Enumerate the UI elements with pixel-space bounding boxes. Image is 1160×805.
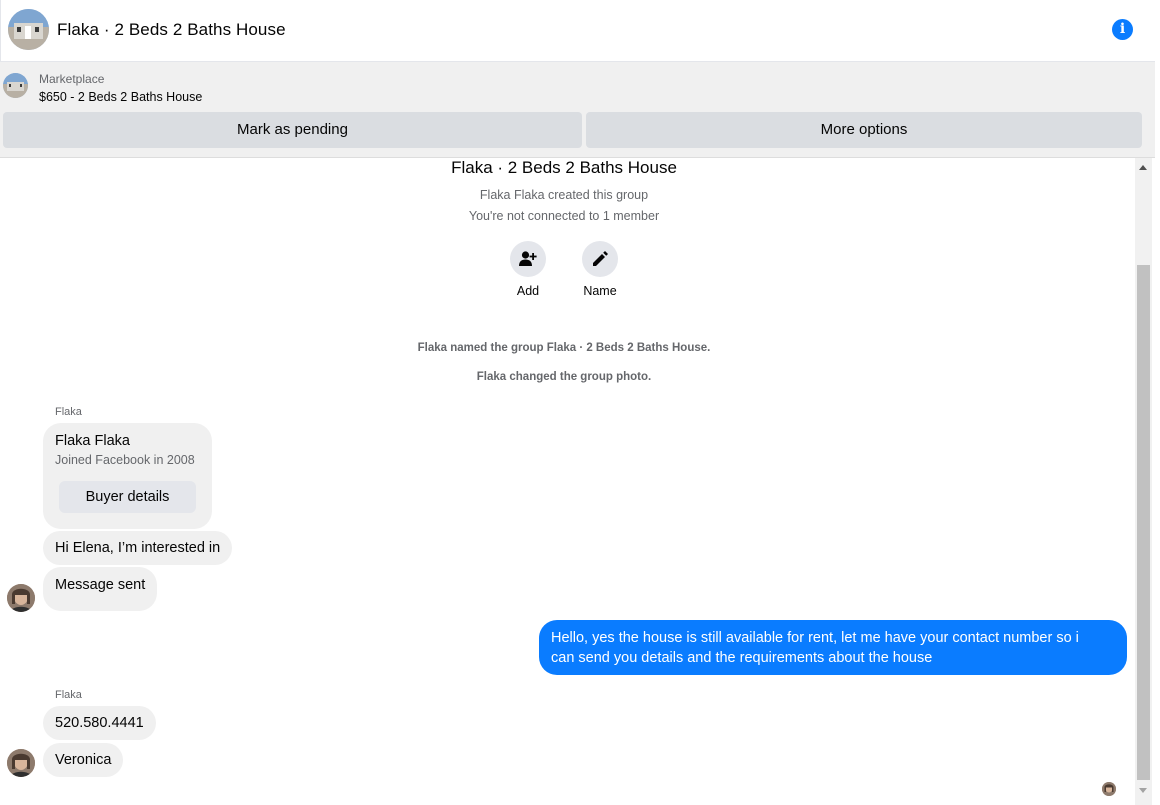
profile-name: Flaka Flaka <box>55 433 130 449</box>
name-group-action[interactable]: Name <box>570 241 630 298</box>
message-bubble[interactable]: 520.580.4441 <box>43 706 156 740</box>
sender-avatar[interactable] <box>7 584 35 612</box>
message-thread[interactable]: Flaka · 2 Beds 2 Baths House Flaka Flaka… <box>0 158 1135 805</box>
more-options-button[interactable]: More options <box>586 112 1142 148</box>
sender-name: Flaka <box>55 689 82 701</box>
message-bubble[interactable]: Hi Elena, I’m interested in <box>43 531 233 565</box>
outgoing-message-line: can send you details and the requirement… <box>551 650 933 666</box>
group-created-text: Flaka Flaka created this group <box>479 188 649 202</box>
group-avatar[interactable] <box>8 9 49 50</box>
profile-joined: Joined Facebook in 2008 <box>55 453 195 467</box>
system-message: Flaka changed the group photo. <box>476 371 652 383</box>
scroll-up-arrow-icon[interactable] <box>1139 165 1147 170</box>
profile-card: Flaka Flaka Joined Facebook in 2008 Buye… <box>43 423 212 529</box>
conversation-header: Flaka · 2 Beds 2 Baths House i <box>0 0 1155 62</box>
add-member-action[interactable]: Add <box>498 241 558 298</box>
marketplace-bar: Marketplace $650 - 2 Beds 2 Baths House … <box>0 62 1155 158</box>
outgoing-message-bubble[interactable]: Hello, yes the house is still available … <box>539 620 1127 675</box>
mark-as-pending-button[interactable]: Mark as pending <box>3 112 582 148</box>
conversation-title: Flaka · 2 Beds 2 Baths House <box>57 20 286 39</box>
marketplace-label: Marketplace <box>39 72 105 86</box>
name-label: Name <box>583 284 617 298</box>
sender-name: Flaka <box>55 406 82 418</box>
connection-status-text: You're not connected to 1 member <box>468 209 660 223</box>
listing-thumbnail[interactable] <box>3 73 28 98</box>
group-title: Flaka · 2 Beds 2 Baths House <box>451 158 677 177</box>
add-person-icon[interactable] <box>510 241 546 277</box>
buyer-details-button[interactable]: Buyer details <box>59 481 196 513</box>
message-bubble[interactable]: Veronica <box>43 743 124 777</box>
listing-title[interactable]: $650 - 2 Beds 2 Baths House <box>39 90 202 104</box>
info-icon[interactable]: i <box>1112 19 1133 40</box>
read-receipt-avatar <box>1102 782 1116 796</box>
outgoing-message-line: Hello, yes the house is still available … <box>551 630 1079 646</box>
sender-avatar[interactable] <box>7 749 35 777</box>
chat-scrollbar[interactable] <box>1135 158 1152 805</box>
scroll-down-arrow-icon[interactable] <box>1139 788 1147 793</box>
scroll-thumb[interactable] <box>1137 265 1150 780</box>
pencil-icon[interactable] <box>582 241 618 277</box>
add-label: Add <box>516 284 540 298</box>
message-bubble[interactable]: Message sent <box>43 567 158 611</box>
system-message: Flaka named the group Flaka · 2 Beds 2 B… <box>417 342 711 354</box>
